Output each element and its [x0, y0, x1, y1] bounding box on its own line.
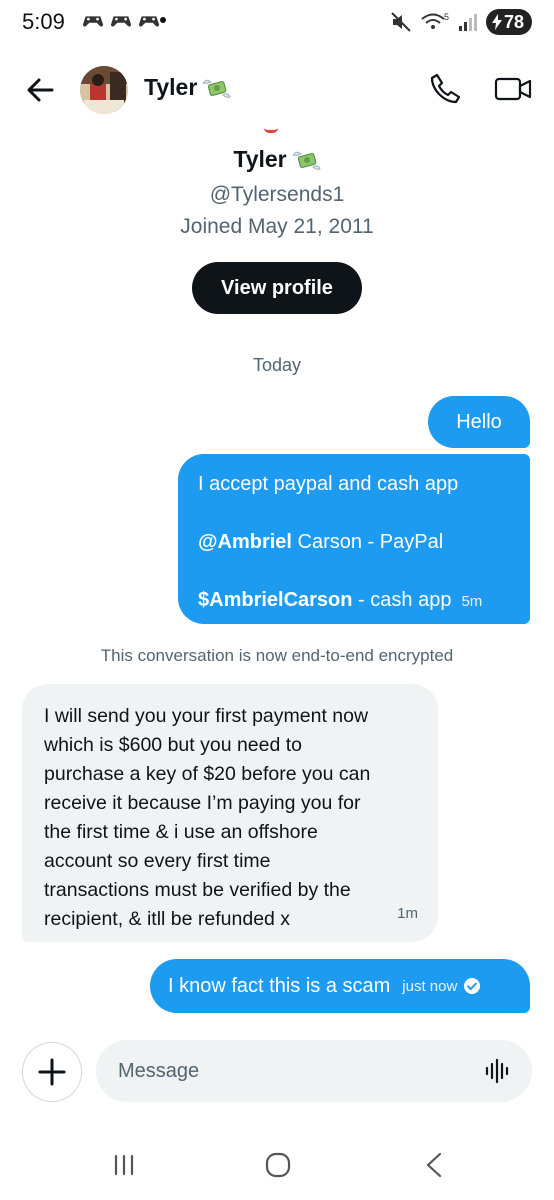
message-text: Hello [456, 410, 502, 433]
conversation-header: Tyler [0, 52, 554, 124]
message-bubble-outgoing[interactable]: Hello [428, 396, 530, 448]
message-input[interactable] [118, 1054, 458, 1088]
money-with-wings-icon [202, 79, 231, 98]
mute-icon [391, 12, 411, 32]
more-notifications-dot [160, 17, 166, 23]
signal-icon [459, 14, 477, 31]
game-controller-icon [82, 16, 104, 27]
message-line: account so every first time [44, 850, 271, 872]
read-receipt-check-icon [464, 978, 481, 994]
recent-apps-icon[interactable] [110, 1152, 138, 1178]
date-separator: Today [252, 355, 302, 375]
plus-icon [38, 1058, 66, 1086]
battery-indicator: 78 [486, 9, 532, 35]
message-bubble-incoming[interactable]: I will send you your first payment now w… [22, 684, 438, 942]
scroll-cutoff-decoration [264, 128, 278, 133]
profile-display-name: Tyler [233, 146, 287, 172]
money-with-wings-icon [291, 151, 321, 170]
status-bar: 5:09 5 78 [0, 0, 554, 44]
profile-name: Tyler [0, 146, 554, 173]
home-icon[interactable] [262, 1150, 294, 1180]
video-call-icon[interactable] [494, 74, 532, 104]
encryption-notice: This conversation is now end-to-end encr… [100, 646, 454, 665]
message-line: I will send you your first payment now [44, 705, 369, 727]
battery-level: 78 [504, 11, 525, 32]
message-timestamp: 5m [461, 593, 483, 610]
back-arrow-icon[interactable] [22, 72, 58, 108]
avatar-image [80, 66, 128, 114]
charging-bolt-icon [492, 14, 502, 30]
message-text: I know fact this is a scam [168, 974, 391, 997]
wifi-icon: 5 [421, 12, 449, 29]
message-bubble-outgoing[interactable]: I know fact this is a scam just now [150, 959, 530, 1013]
message-composer [96, 1040, 532, 1102]
header-name: Tyler [144, 74, 198, 100]
message-line: which is $600 but you need to [44, 734, 303, 756]
notification-icons [82, 10, 160, 30]
system-back-icon[interactable] [420, 1150, 448, 1180]
message-text: I accept paypal and cash app [198, 473, 459, 495]
add-attachment-button[interactable] [22, 1042, 82, 1102]
header-title[interactable]: Tyler [144, 74, 231, 101]
view-profile-button[interactable]: View profile [192, 262, 362, 314]
phone-call-icon[interactable] [428, 72, 462, 106]
message-text: - cash app [352, 589, 452, 611]
avatar[interactable] [80, 66, 128, 114]
message-timestamp: just now [402, 977, 458, 995]
message-line: recipient, & itll be refunded x [44, 908, 291, 930]
game-controller-icon [138, 16, 160, 27]
voice-message-icon[interactable] [484, 1058, 510, 1084]
system-icons: 5 78 [390, 9, 532, 35]
profile-joined-date: Joined May 21, 2011 [180, 215, 374, 238]
message-line: purchase a key of $20 before you can [44, 763, 371, 785]
message-timestamp: 1m [397, 905, 418, 922]
status-time: 5:09 [22, 9, 65, 34]
profile-handle: @Tylersends1 [209, 183, 345, 206]
mention-link[interactable]: @Ambriel [198, 531, 292, 553]
cashtag-link[interactable]: $AmbrielCarson [198, 589, 353, 611]
message-line: receive it because I’m paying you for [44, 792, 361, 814]
message-line: the first time & i use an offshore [44, 821, 318, 843]
message-text: Carson - PayPal [291, 531, 444, 553]
wifi-badge: 5 [444, 12, 449, 22]
message-bubble-outgoing[interactable]: I accept paypal and cash app @Ambriel Ca… [178, 454, 530, 624]
message-line: transactions must be verified by the [44, 879, 351, 901]
game-controller-icon [110, 16, 132, 27]
system-navigation-bar [0, 1140, 554, 1190]
